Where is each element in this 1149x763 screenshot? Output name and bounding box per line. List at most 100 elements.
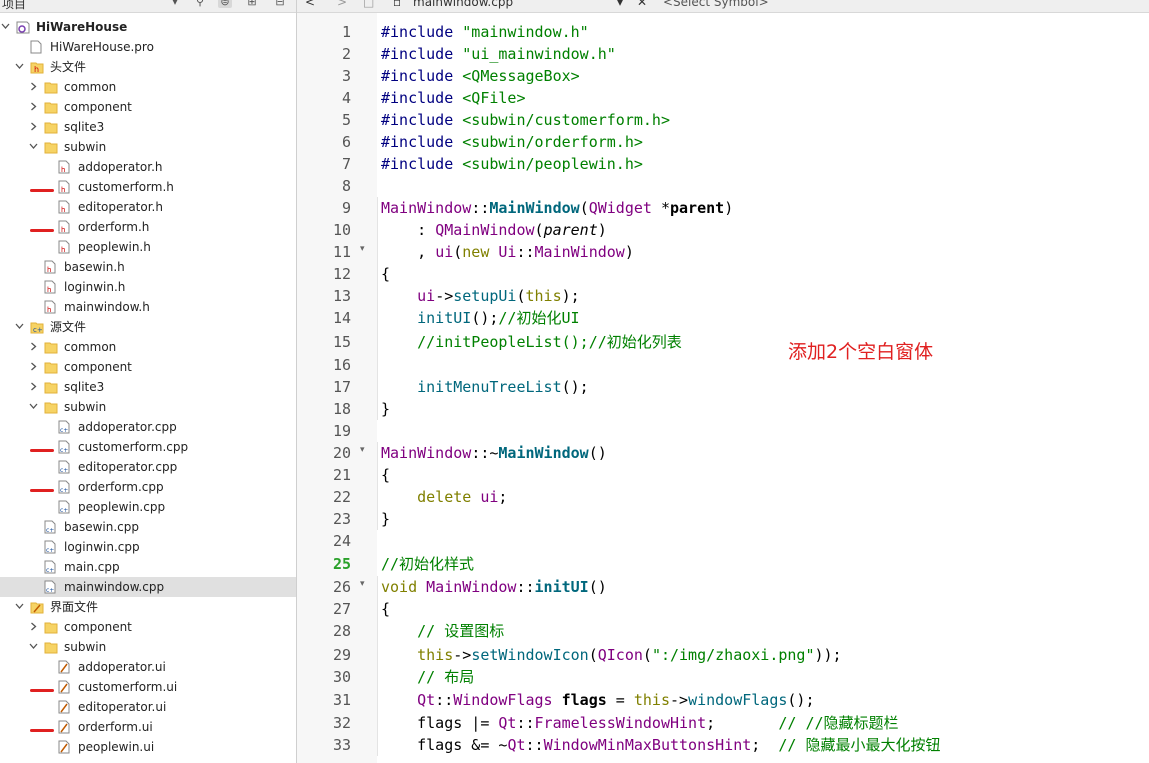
- code-line[interactable]: #include <subwin/customerform.h>: [381, 109, 670, 131]
- tree-folder-item[interactable]: h 头文件: [0, 57, 296, 77]
- tree-file-item[interactable]: h addoperator.h: [0, 157, 296, 177]
- dropdown-icon[interactable]: ▾: [168, 0, 182, 8]
- code-line[interactable]: #include <subwin/peoplewin.h>: [381, 153, 643, 175]
- filter-icon[interactable]: ⚲: [193, 0, 207, 8]
- tree-file-item[interactable]: c+ editoperator.cpp: [0, 457, 296, 477]
- chevron-down-icon[interactable]: [15, 322, 24, 330]
- link-icon[interactable]: ⊜: [218, 0, 232, 8]
- tree-folder-item[interactable]: subwin: [0, 637, 296, 657]
- svg-text:h: h: [61, 226, 65, 234]
- tree-folder-item[interactable]: c+ 源文件: [0, 317, 296, 337]
- code-line[interactable]: MainWindow::~MainWindow(): [381, 442, 607, 464]
- tree-file-item[interactable]: h basewin.h: [0, 257, 296, 277]
- tree-folder-item[interactable]: sqlite3: [0, 377, 296, 397]
- tree-file-item[interactable]: h editoperator.h: [0, 197, 296, 217]
- fold-icon[interactable]: ▾: [360, 445, 370, 455]
- fold-icon[interactable]: ▾: [360, 579, 370, 589]
- code-line[interactable]: #include "ui_mainwindow.h": [381, 43, 616, 65]
- chevron-right-icon[interactable]: [29, 382, 37, 391]
- tree-file-item[interactable]: h customerform.h: [0, 177, 296, 197]
- code-line[interactable]: , ui(new Ui::MainWindow): [381, 241, 634, 263]
- tree-folder-item[interactable]: common: [0, 77, 296, 97]
- tree-file-item[interactable]: addoperator.ui: [0, 657, 296, 677]
- tree-file-item[interactable]: c+ addoperator.cpp: [0, 417, 296, 437]
- tree-file-item[interactable]: orderform.ui: [0, 717, 296, 737]
- tree-file-item[interactable]: HiWareHouse.pro: [0, 37, 296, 57]
- code-line[interactable]: flags &= ~Qt::WindowMinMaxButtonsHint; /…: [381, 734, 940, 756]
- close-panel-icon[interactable]: ⊟: [273, 0, 287, 8]
- tree-file-item[interactable]: h peoplewin.h: [0, 237, 296, 257]
- tree-folder-item[interactable]: HiWareHouse: [0, 17, 296, 37]
- fold-icon[interactable]: ▾: [360, 244, 370, 254]
- chevron-down-icon[interactable]: [29, 402, 38, 410]
- headers-folder-icon: h: [30, 60, 44, 74]
- tree-file-item[interactable]: h loginwin.h: [0, 277, 296, 297]
- tree-file-item[interactable]: c+ peoplewin.cpp: [0, 497, 296, 517]
- code-line[interactable]: // 布局: [381, 666, 474, 688]
- code-line[interactable]: MainWindow::MainWindow(QWidget *parent): [381, 197, 733, 219]
- tree-file-item[interactable]: h mainwindow.h: [0, 297, 296, 317]
- tree-file-item[interactable]: editoperator.ui: [0, 697, 296, 717]
- tree-file-item[interactable]: c+ orderform.cpp: [0, 477, 296, 497]
- chevron-right-icon[interactable]: [29, 622, 37, 631]
- tree-file-item[interactable]: h orderform.h: [0, 217, 296, 237]
- code-line[interactable]: void MainWindow::initUI(): [381, 576, 607, 598]
- tree-file-item[interactable]: c+ basewin.cpp: [0, 517, 296, 537]
- code-line[interactable]: }: [381, 398, 390, 420]
- symbol-selector[interactable]: <Select Symbol>: [663, 0, 769, 9]
- tree-folder-item[interactable]: common: [0, 337, 296, 357]
- tree-folder-item[interactable]: 界面文件: [0, 597, 296, 617]
- code-line[interactable]: // 设置图标: [381, 620, 504, 642]
- tree-file-item[interactable]: c+ customerform.cpp: [0, 437, 296, 457]
- chevron-right-icon[interactable]: [29, 82, 37, 91]
- close-file-icon[interactable]: ✕: [637, 0, 647, 9]
- code-line[interactable]: initMenuTreeList();: [381, 376, 589, 398]
- open-file-name[interactable]: mainwindow.cpp: [413, 0, 513, 9]
- chevron-right-icon[interactable]: [29, 102, 37, 111]
- code-line[interactable]: ui->setupUi(this);: [381, 285, 580, 307]
- chevron-down-icon[interactable]: [29, 142, 38, 150]
- code-line[interactable]: this->setWindowIcon(QIcon(":/img/zhaoxi.…: [381, 644, 841, 666]
- tree-folder-item[interactable]: component: [0, 617, 296, 637]
- code-line[interactable]: Qt::WindowFlags flags = this->windowFlag…: [381, 689, 814, 711]
- code-line[interactable]: }: [381, 508, 390, 530]
- tree-folder-item[interactable]: sqlite3: [0, 117, 296, 137]
- chevron-down-icon[interactable]: [29, 642, 38, 650]
- chevron-right-icon[interactable]: [29, 122, 37, 131]
- tree-folder-item[interactable]: subwin: [0, 397, 296, 417]
- split-icon[interactable]: ⊞: [245, 0, 259, 8]
- code-line[interactable]: //初始化样式: [381, 553, 474, 575]
- chevron-down-icon[interactable]: [15, 62, 24, 70]
- code-line[interactable]: initUI();//初始化UI: [381, 307, 579, 329]
- nav-forward-icon[interactable]: >: [337, 0, 347, 9]
- tree-folder-item[interactable]: component: [0, 357, 296, 377]
- nav-back-icon[interactable]: <: [305, 0, 315, 9]
- code-line[interactable]: #include <QFile>: [381, 87, 526, 109]
- file-dropdown-icon[interactable]: ▾: [617, 0, 623, 9]
- tree-folder-item[interactable]: component: [0, 97, 296, 117]
- chevron-down-icon[interactable]: [15, 602, 24, 610]
- tree-file-item[interactable]: c+ mainwindow.cpp: [0, 577, 296, 597]
- tree-file-item[interactable]: c+ main.cpp: [0, 557, 296, 577]
- header-file-icon: h: [44, 300, 56, 314]
- code-line[interactable]: {: [381, 263, 390, 285]
- folder-icon: [44, 100, 58, 114]
- tree-file-item[interactable]: customerform.ui: [0, 677, 296, 697]
- chevron-down-icon[interactable]: [1, 22, 10, 30]
- tree-file-item[interactable]: peoplewin.ui: [0, 737, 296, 757]
- chevron-right-icon[interactable]: [29, 362, 37, 371]
- svg-text:h: h: [47, 266, 51, 274]
- svg-text:h: h: [61, 246, 65, 254]
- chevron-right-icon[interactable]: [29, 342, 37, 351]
- code-line[interactable]: #include "mainwindow.h": [381, 21, 589, 43]
- code-line[interactable]: flags |= Qt::FramelessWindowHint; // //隐…: [381, 712, 898, 734]
- code-line[interactable]: {: [381, 464, 390, 486]
- code-line[interactable]: : QMainWindow(parent): [381, 219, 607, 241]
- code-line[interactable]: //initPeopleList();//初始化列表: [381, 331, 682, 353]
- tree-file-item[interactable]: c+ loginwin.cpp: [0, 537, 296, 557]
- code-line[interactable]: #include <QMessageBox>: [381, 65, 580, 87]
- code-line[interactable]: {: [381, 598, 390, 620]
- code-line[interactable]: delete ui;: [381, 486, 507, 508]
- tree-folder-item[interactable]: subwin: [0, 137, 296, 157]
- code-line[interactable]: #include <subwin/orderform.h>: [381, 131, 643, 153]
